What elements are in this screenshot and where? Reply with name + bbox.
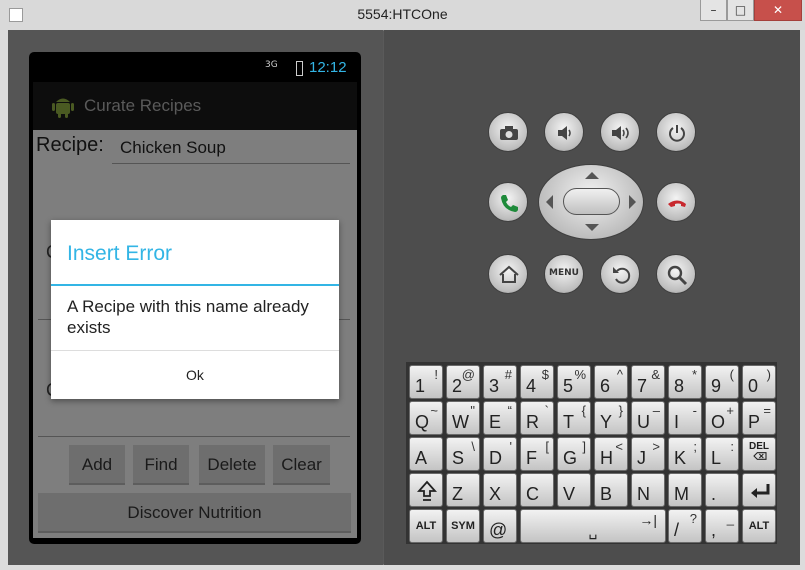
- home-button[interactable]: [488, 254, 528, 294]
- key-1[interactable]: 1!: [409, 365, 443, 399]
- key-8[interactable]: 8 *: [668, 365, 702, 399]
- minimize-button[interactable]: –: [700, 0, 727, 21]
- insert-error-dialog: Insert Error A Recipe with this name alr…: [51, 220, 339, 399]
- menu-label: MENU: [549, 268, 579, 278]
- call-button[interactable]: [488, 182, 528, 222]
- key-o[interactable]: O +: [705, 401, 739, 435]
- key-at[interactable]: @: [483, 509, 517, 543]
- key-z[interactable]: Z: [446, 473, 480, 507]
- hardware-keyboard: 1! 2 @ 3 # 4 $ 5% 6 ^ 7 & 8 * 9( 0) Q ~ W " E “ R…: [406, 362, 777, 544]
- dialog-divider: [51, 284, 339, 286]
- key-p[interactable]: P =: [742, 401, 776, 435]
- android-icon: [52, 98, 74, 118]
- dialog-message: A Recipe with this name already exists: [67, 297, 309, 337]
- end-call-button[interactable]: [656, 182, 696, 222]
- key-j[interactable]: J >: [631, 437, 665, 471]
- app-title: Curate Recipes: [84, 96, 202, 115]
- back-icon: [613, 267, 631, 284]
- key-v[interactable]: V: [557, 473, 591, 507]
- volume-up-icon: [612, 126, 629, 140]
- power-icon: [669, 125, 685, 142]
- shift-icon: [416, 480, 438, 501]
- volume-down-button[interactable]: [544, 112, 584, 152]
- dpad-right-icon[interactable]: [629, 195, 636, 209]
- key-6[interactable]: 6 ^: [594, 365, 628, 399]
- key-3[interactable]: 3 #: [483, 365, 517, 399]
- camera-button[interactable]: [488, 112, 528, 152]
- key-f[interactable]: F[: [520, 437, 554, 471]
- key-r[interactable]: R `: [520, 401, 554, 435]
- key-x[interactable]: X: [483, 473, 517, 507]
- power-button[interactable]: [656, 112, 696, 152]
- close-button[interactable]: ✕: [754, 0, 802, 21]
- key-a[interactable]: A: [409, 437, 443, 471]
- key-slash[interactable]: /?: [668, 509, 702, 543]
- key-u[interactable]: U –: [631, 401, 665, 435]
- enter-icon: [751, 484, 770, 498]
- key-t[interactable]: T{: [557, 401, 591, 435]
- key-5[interactable]: 5%: [557, 365, 591, 399]
- key-7[interactable]: 7 &: [631, 365, 665, 399]
- key-4[interactable]: 4 $: [520, 365, 554, 399]
- key-alt-right[interactable]: ALT: [742, 509, 776, 543]
- key-alt-left[interactable]: ALT: [409, 509, 443, 543]
- key-shift[interactable]: [409, 473, 443, 507]
- status-time: 12:12: [309, 59, 347, 76]
- maximize-button[interactable]: □: [727, 0, 754, 21]
- find-button[interactable]: Find: [133, 445, 189, 485]
- key-k[interactable]: K;: [668, 437, 702, 471]
- key-l[interactable]: L:: [705, 437, 739, 471]
- field-underline[interactable]: [38, 436, 350, 437]
- key-i[interactable]: I-: [668, 401, 702, 435]
- dpad-left-icon[interactable]: [546, 195, 553, 209]
- ok-button[interactable]: Ok: [51, 351, 339, 399]
- backspace-icon: [753, 452, 767, 460]
- key-m[interactable]: M: [668, 473, 702, 507]
- key-9[interactable]: 9(: [705, 365, 739, 399]
- key-h[interactable]: H <: [594, 437, 628, 471]
- key-enter[interactable]: [742, 473, 776, 507]
- home-icon: [499, 265, 519, 283]
- end-call-icon: [668, 200, 686, 207]
- recipe-label: Recipe:: [36, 134, 104, 156]
- discover-nutrition-button[interactable]: Discover Nutrition: [38, 493, 351, 533]
- volume-up-button[interactable]: [600, 112, 640, 152]
- key-0[interactable]: 0): [742, 365, 776, 399]
- key-g[interactable]: G]: [557, 437, 591, 471]
- battery-icon: [296, 61, 303, 76]
- camera-icon: [500, 126, 518, 140]
- key-w[interactable]: W ": [446, 401, 480, 435]
- recipe-input[interactable]: Chicken Soup: [112, 138, 350, 164]
- volume-down-icon: [558, 126, 571, 140]
- key-b[interactable]: B: [594, 473, 628, 507]
- key-d[interactable]: D ': [483, 437, 517, 471]
- key-period[interactable]: .: [705, 473, 739, 507]
- signal-icon: 3G: [265, 60, 278, 70]
- phone-call-icon: [501, 195, 518, 212]
- search-button[interactable]: [656, 254, 696, 294]
- key-2[interactable]: 2 @: [446, 365, 480, 399]
- search-icon: [667, 265, 688, 286]
- key-n[interactable]: N: [631, 473, 665, 507]
- key-s[interactable]: S \: [446, 437, 480, 471]
- dpad-down-icon[interactable]: [585, 224, 599, 231]
- key-space[interactable]: ␣ →|: [520, 509, 666, 543]
- key-sym[interactable]: SYM: [446, 509, 480, 543]
- window-titlebar: 5554:HTCOne: [0, 0, 805, 30]
- key-y[interactable]: Y}: [594, 401, 628, 435]
- key-c[interactable]: C: [520, 473, 554, 507]
- clear-button[interactable]: Clear: [273, 445, 330, 485]
- menu-button[interactable]: MENU: [544, 254, 584, 294]
- dialog-title: Insert Error: [67, 242, 173, 265]
- dpad-center-button[interactable]: [563, 188, 620, 215]
- add-button[interactable]: Add: [69, 445, 125, 485]
- delete-button[interactable]: Delete: [199, 445, 265, 485]
- key-del[interactable]: DEL: [742, 437, 776, 471]
- key-q[interactable]: Q ~: [409, 401, 443, 435]
- window-title: 5554:HTCOne: [357, 6, 448, 22]
- dpad-up-icon[interactable]: [585, 172, 599, 179]
- key-comma[interactable]: , _: [705, 509, 739, 543]
- back-button[interactable]: [600, 254, 640, 294]
- key-e[interactable]: E “: [483, 401, 517, 435]
